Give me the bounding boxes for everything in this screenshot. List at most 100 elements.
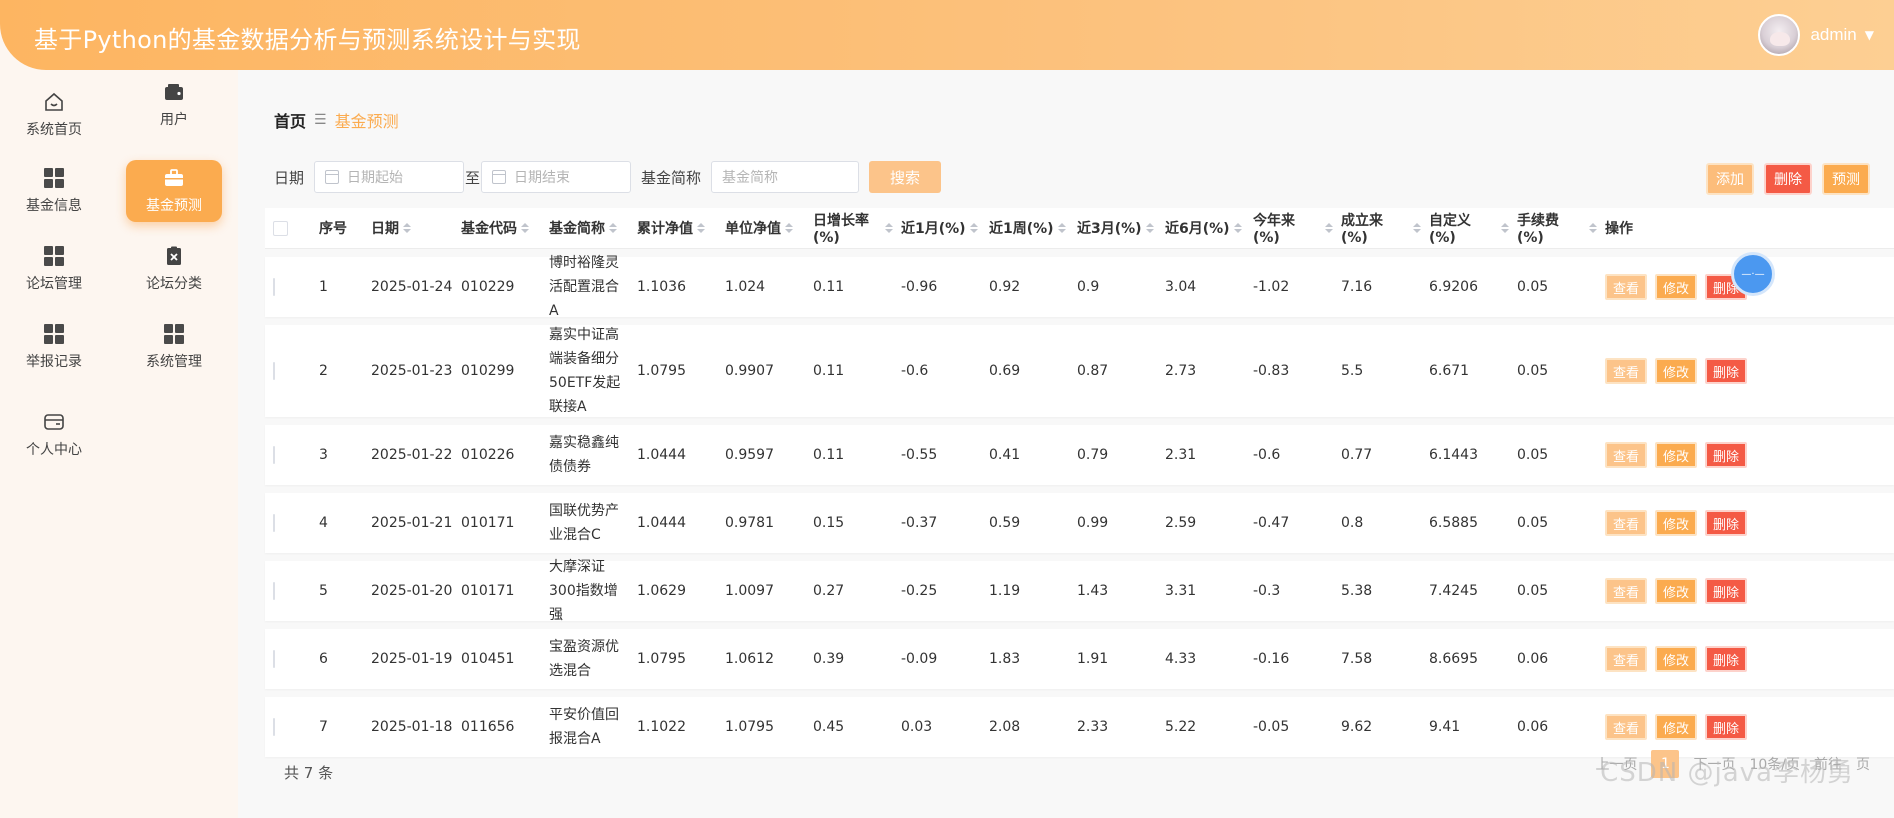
sidebar-item-home[interactable]: 系统首页 [6, 84, 102, 146]
row-checkbox[interactable] [273, 362, 275, 380]
sort-icon[interactable] [1589, 223, 1597, 233]
col-header[interactable]: 近1周(%) [981, 218, 1069, 238]
view-button[interactable]: 查看 [1605, 274, 1648, 300]
search-button[interactable]: 搜索 [869, 161, 942, 193]
date-start-placeholder: 日期起始 [347, 170, 404, 186]
delete-button[interactable]: 删除 [1705, 714, 1748, 740]
table-cell: 2025-01-24 [371, 279, 453, 295]
view-button[interactable]: 查看 [1605, 578, 1648, 604]
sidebar-item-profile[interactable]: 个人中心 [6, 404, 102, 466]
delete-button[interactable]: 删除 [1705, 646, 1748, 672]
bulk-delete-button[interactable]: 删除 [1764, 163, 1812, 195]
sort-icon[interactable] [1501, 223, 1509, 233]
table-row[interactable]: 1 2025-01-24 010229 博时裕隆灵活配置混合A 1.1036 1.024 0… [265, 255, 1894, 319]
calendar-icon [325, 170, 340, 184]
col-header[interactable]: 成立来(%) [1333, 210, 1421, 246]
delete-button[interactable]: 删除 [1705, 578, 1748, 604]
fund-table: 序号 日期 基金代码 基金简称 累计净值 单位净值 日增长率(%) 近1月(%)… [265, 208, 1894, 757]
date-end-input[interactable]: 日期结束 [481, 161, 632, 193]
sort-icon[interactable] [609, 223, 617, 233]
table-row[interactable]: 5 2025-01-20 010171 大摩深证300指数增强 1.0629 1.0097… [265, 559, 1894, 623]
row-checkbox[interactable] [273, 446, 275, 464]
row-checkbox[interactable] [273, 278, 275, 296]
row-checkbox[interactable] [273, 718, 275, 736]
grid-icon [43, 167, 65, 189]
table-cell: 7.58 [1341, 651, 1373, 667]
col-header[interactable]: 近1月(%) [893, 218, 981, 238]
floating-assistant-icon[interactable]: —·— [1731, 252, 1775, 296]
view-button[interactable]: 查看 [1605, 714, 1648, 740]
table-row[interactable]: 3 2025-01-22 010226 嘉实稳鑫纯债债券 1.0444 0.9597 0.1… [265, 425, 1894, 485]
sidebar-item-users[interactable]: 用户 [126, 74, 222, 136]
row-select-cell [265, 514, 311, 532]
col-header[interactable]: 日增长率(%) [805, 210, 893, 246]
edit-button[interactable]: 修改 [1655, 714, 1698, 740]
col-header[interactable]: 累计净值 [629, 218, 717, 238]
view-button[interactable]: 查看 [1605, 442, 1648, 468]
table-header: 序号 日期 基金代码 基金简称 累计净值 单位净值 日增长率(%) 近1月(%)… [265, 208, 1894, 249]
table-cell: 2.73 [1165, 363, 1197, 379]
predict-button[interactable]: 预测 [1822, 163, 1870, 195]
view-button[interactable]: 查看 [1605, 646, 1648, 672]
col-header[interactable]: 自定义(%) [1421, 210, 1509, 246]
chevron-down-icon[interactable]: ▼ [1865, 28, 1874, 42]
delete-button[interactable]: 删除 [1705, 510, 1748, 536]
select-all-checkbox[interactable] [273, 220, 288, 236]
edit-button[interactable]: 修改 [1655, 510, 1698, 536]
col-header[interactable]: 今年来(%) [1245, 210, 1333, 246]
table-row[interactable]: 7 2025-01-18 011656 平安价值回报混合A 1.1022 1.0795 0.… [265, 697, 1894, 757]
row-checkbox[interactable] [273, 514, 275, 532]
table-row[interactable]: 4 2025-01-21 010171 国联优势产业混合C 1.0444 0.9781 0.… [265, 493, 1894, 553]
delete-button[interactable]: 删除 [1705, 358, 1748, 384]
col-header[interactable]: 近3月(%) [1069, 218, 1157, 238]
col-header[interactable]: 手续费(%) [1509, 210, 1597, 246]
row-checkbox[interactable] [273, 650, 275, 668]
edit-button[interactable]: 修改 [1655, 442, 1698, 468]
sidebar-item-fund-info[interactable]: 基金信息 [6, 160, 102, 222]
col-header[interactable]: 基金代码 [453, 218, 541, 238]
breadcrumb-home[interactable]: 首页 [274, 108, 306, 132]
sort-icon[interactable] [1413, 223, 1421, 233]
sort-icon[interactable] [1233, 223, 1242, 233]
edit-button[interactable]: 修改 [1655, 578, 1698, 604]
sort-icon[interactable] [1325, 223, 1333, 233]
view-button[interactable]: 查看 [1605, 358, 1648, 384]
col-header[interactable]: 日期 [363, 218, 453, 238]
sort-icon[interactable] [1057, 223, 1066, 233]
page-number[interactable]: 1 [1651, 750, 1680, 778]
fund-name-input[interactable]: 基金简称 [711, 161, 860, 193]
date-start-input[interactable]: 日期起始 [314, 161, 465, 193]
sort-icon[interactable] [521, 223, 529, 233]
edit-button[interactable]: 修改 [1655, 646, 1698, 672]
sidebar-item-system[interactable]: 系统管理 [126, 316, 222, 378]
sort-icon[interactable] [1145, 223, 1154, 233]
sidebar-item-label: 论坛管理 [26, 276, 82, 292]
delete-button[interactable]: 删除 [1705, 442, 1748, 468]
sidebar-item-forum-manage[interactable]: 论坛管理 [6, 238, 102, 300]
view-button[interactable]: 查看 [1605, 510, 1648, 536]
sort-icon[interactable] [697, 223, 705, 233]
next-page-button[interactable]: 下一页 [1693, 754, 1735, 774]
prev-page-button[interactable]: 上一页 [1595, 754, 1637, 774]
sidebar-item-fund-prediction[interactable]: 基金预测 [126, 160, 222, 222]
sort-icon[interactable] [785, 223, 793, 233]
edit-button[interactable]: 修改 [1655, 358, 1698, 384]
sort-icon[interactable] [403, 223, 411, 233]
col-header[interactable]: 单位净值 [717, 218, 805, 238]
username[interactable]: admin [1810, 25, 1856, 45]
sort-icon[interactable] [885, 223, 893, 233]
sidebar-item-forum-category[interactable]: 论坛分类 [126, 238, 222, 300]
row-checkbox[interactable] [273, 582, 275, 600]
sidebar-item-reports[interactable]: 举报记录 [6, 316, 102, 378]
page-size-select[interactable]: 10条/页 [1749, 754, 1800, 774]
table-row[interactable]: 6 2025-01-19 010451 宝盈资源优选混合 1.0795 1.0612 0.3… [265, 629, 1894, 689]
user-menu[interactable]: admin ▼ [1758, 14, 1874, 56]
table-row[interactable]: 2 2025-01-23 010299 嘉实中证高端装备细分50ETF发起联接A 1.0… [265, 325, 1894, 417]
sort-icon[interactable] [969, 223, 978, 233]
avatar[interactable] [1758, 14, 1801, 56]
edit-button[interactable]: 修改 [1655, 274, 1698, 300]
add-button[interactable]: 添加 [1706, 163, 1754, 195]
col-header[interactable]: 近6月(%) [1157, 218, 1245, 238]
table-cell: 1.024 [725, 279, 766, 295]
col-header[interactable]: 基金简称 [541, 218, 629, 238]
